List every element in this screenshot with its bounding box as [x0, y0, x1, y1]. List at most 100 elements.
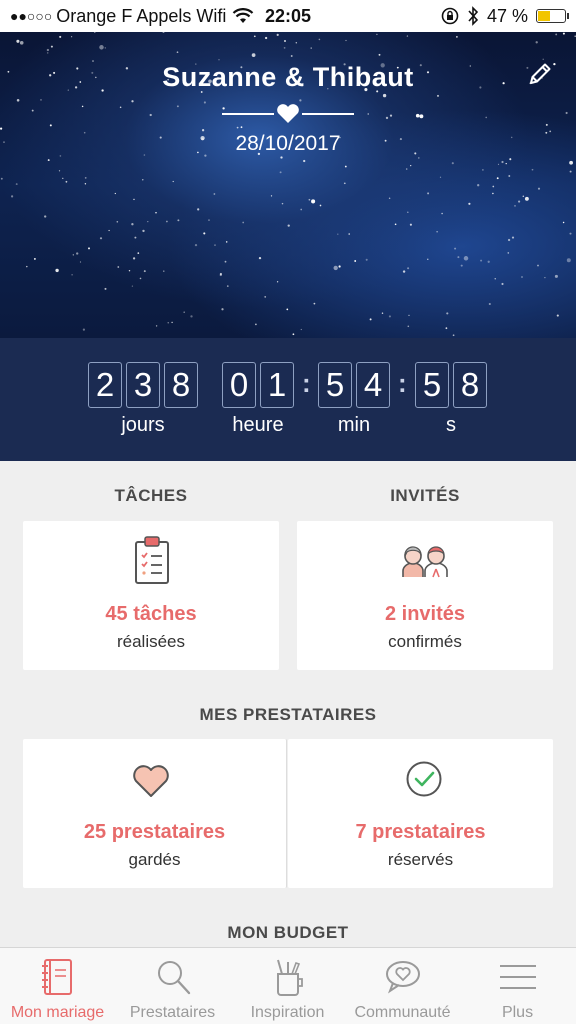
- tab-plus[interactable]: Plus: [460, 948, 575, 1024]
- star: [208, 219, 210, 221]
- star: [84, 183, 87, 185]
- star: [31, 109, 34, 112]
- tab-communaute[interactable]: Communauté: [345, 948, 460, 1024]
- star: [348, 233, 351, 235]
- edit-pencil-icon[interactable]: [526, 60, 554, 88]
- check-circle-icon: [406, 761, 442, 797]
- star: [482, 169, 484, 171]
- star: [501, 160, 504, 164]
- star: [343, 182, 346, 185]
- heart-divider-icon: [222, 104, 354, 123]
- bottom-tab-bar: Mon mariage Prestataires Inspiration Com…: [0, 947, 576, 1024]
- countdown-digit: 1: [260, 362, 294, 408]
- star: [162, 32, 165, 34]
- star: [555, 33, 558, 36]
- star: [281, 202, 284, 205]
- signal-strength-icon: ●●○○○: [10, 8, 53, 24]
- star: [279, 171, 282, 174]
- star: [406, 35, 409, 37]
- tab-label: Prestataires: [129, 1004, 216, 1021]
- star: [55, 268, 59, 273]
- star: [468, 202, 471, 205]
- star: [492, 185, 495, 188]
- star: [544, 276, 546, 279]
- tasks-caption: réalisées: [116, 632, 186, 651]
- star: [344, 165, 347, 168]
- star: [522, 195, 525, 197]
- star: [143, 270, 146, 273]
- star: [214, 244, 216, 246]
- star: [388, 315, 391, 318]
- guests-card[interactable]: 2 invités confirmés: [297, 521, 553, 670]
- saved-vendors-card[interactable]: 25 prestataires gardés: [23, 739, 287, 888]
- star: [132, 257, 136, 260]
- star: [505, 162, 507, 165]
- star: [407, 211, 409, 213]
- star: [283, 47, 286, 49]
- star: [280, 156, 283, 159]
- star: [439, 176, 442, 178]
- star: [46, 52, 49, 54]
- star: [81, 105, 84, 108]
- star: [147, 220, 149, 223]
- star: [59, 35, 62, 38]
- booked-vendors-caption: réservés: [387, 850, 454, 869]
- star: [16, 39, 20, 43]
- star: [190, 315, 193, 318]
- star: [436, 231, 438, 233]
- star: [40, 98, 42, 101]
- star: [300, 208, 303, 211]
- star: [149, 113, 152, 117]
- star: [50, 45, 53, 48]
- booked-vendors-card[interactable]: 7 prestataires réservés: [288, 739, 553, 888]
- tab-inspiration[interactable]: Inspiration: [230, 948, 345, 1024]
- couple-names: Suzanne & Thibaut: [162, 62, 414, 92]
- heart-icon: [133, 765, 169, 797]
- star: [116, 221, 119, 223]
- bluetooth-icon: [468, 6, 479, 26]
- star: [99, 45, 104, 50]
- star: [197, 208, 200, 211]
- star: [251, 53, 256, 57]
- star: [445, 327, 448, 330]
- countdown-digit: 5: [415, 362, 449, 408]
- countdown-digit: 4: [356, 362, 390, 408]
- star: [99, 237, 103, 240]
- tab-mon-mariage[interactable]: Mon mariage: [0, 948, 115, 1024]
- star: [354, 260, 357, 262]
- star: [452, 334, 455, 337]
- countdown-hours-label: heure: [232, 414, 284, 436]
- star: [65, 180, 68, 183]
- booked-vendors-count: 7 prestataires: [355, 821, 486, 843]
- star: [62, 177, 64, 179]
- star: [94, 32, 96, 33]
- star: [183, 311, 185, 313]
- star: [0, 127, 3, 130]
- star: [524, 196, 529, 201]
- star: [194, 243, 198, 247]
- star: [381, 312, 384, 314]
- star: [287, 224, 290, 227]
- star: [44, 215, 47, 218]
- star: [142, 179, 144, 181]
- tab-prestataires[interactable]: Prestataires: [115, 948, 230, 1024]
- countdown-digit: 2: [88, 362, 122, 408]
- star: [509, 158, 512, 161]
- star: [514, 205, 516, 207]
- star: [485, 116, 488, 119]
- star: [253, 35, 256, 38]
- star: [337, 233, 339, 235]
- tasks-card[interactable]: 45 tâches réalisées: [23, 521, 279, 670]
- star: [76, 252, 79, 255]
- star: [142, 229, 145, 233]
- star: [501, 282, 504, 286]
- tab-label: Communauté: [354, 1004, 451, 1021]
- star: [119, 106, 122, 109]
- star: [418, 157, 420, 159]
- star: [382, 93, 387, 98]
- star: [128, 269, 131, 272]
- rotation-lock-icon: [441, 7, 459, 25]
- star: [369, 318, 372, 321]
- star: [71, 273, 73, 276]
- star: [283, 39, 287, 43]
